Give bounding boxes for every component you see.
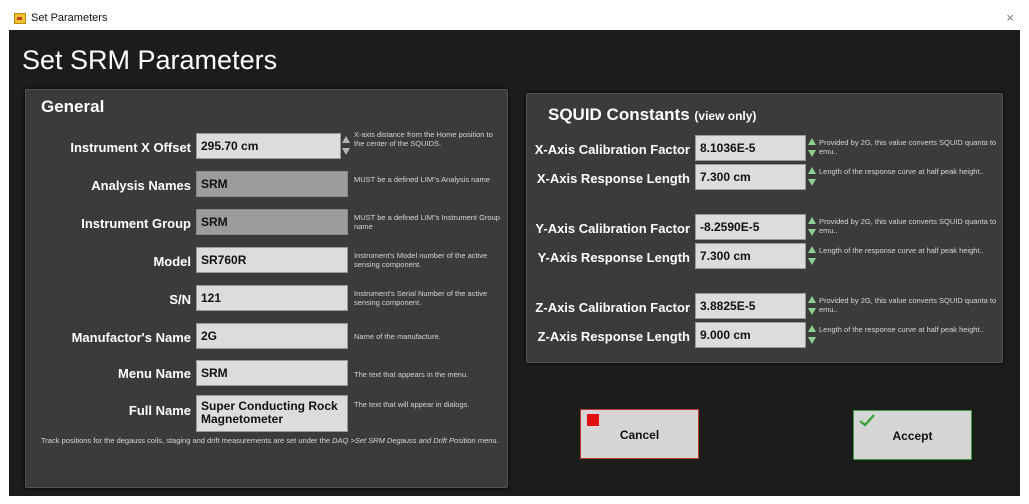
spin-up-icon[interactable] [342, 136, 350, 143]
note-suffix: menu. [475, 436, 499, 445]
note-menu-path: DAQ >Set SRM Degauss and Drift Position [332, 436, 476, 445]
x-calibration-factor-label: X-Axis Calibration Factor [534, 142, 690, 157]
spin-up-icon [808, 167, 816, 174]
note-prefix: Track positions for the degauss coils, s… [41, 436, 333, 445]
analysis-names-description: MUST be a defined LIM"s Analysis name [354, 175, 490, 184]
close-icon[interactable]: × [1006, 10, 1014, 25]
menu-name-label: Menu Name [118, 366, 191, 381]
x-response-length-value: 7.300 cm [695, 164, 806, 190]
page-title: Set SRM Parameters [22, 45, 278, 75]
z-response-length-description: Length of the response curve at half pea… [819, 325, 984, 334]
squid-constants-panel: SQUID Constants (view only) X-Axis Calib… [526, 93, 1003, 363]
instrument-x-offset-spinner[interactable] [342, 135, 350, 157]
spin-up-icon [808, 325, 816, 332]
spin-down-icon [808, 337, 816, 344]
spin-down-icon [808, 179, 816, 186]
y-calibration-factor-description: Provided by 2G, this value converts SQUI… [819, 217, 997, 235]
check-icon [859, 414, 875, 427]
x-calibration-factor-spinner [808, 137, 816, 159]
x-response-length-label: X-Axis Response Length [536, 171, 690, 186]
x-calibration-factor-description: Provided by 2G, this value converts SQUI… [819, 138, 997, 156]
instrument-group-input: SRM [196, 209, 348, 235]
x-response-length-description: Length of the response curve at half pea… [819, 167, 984, 176]
spin-up-icon [808, 217, 816, 224]
general-panel-title: General [41, 97, 105, 116]
stop-icon [587, 414, 599, 426]
z-calibration-factor-value: 3.8825E-5 [695, 293, 806, 319]
x-calibration-factor-value: 8.1036E-5 [695, 135, 806, 161]
manufacturer-name-input[interactable]: 2G [196, 323, 348, 349]
model-description: Instrument's Model number of the active … [354, 251, 488, 269]
z-response-length-label: Z-Axis Response Length [537, 329, 690, 344]
view-only-label: (view only) [694, 109, 757, 123]
instrument-group-label: Instrument Group [81, 216, 191, 231]
accept-button-label: Accept [892, 429, 933, 443]
spin-down-icon [808, 229, 816, 236]
z-calibration-factor-label: Z-Axis Calibration Factor [535, 300, 690, 315]
y-response-length-label: Y-Axis Response Length [537, 250, 690, 265]
cancel-button[interactable]: Cancel [580, 409, 699, 459]
spin-up-icon [808, 296, 816, 303]
serial-number-label: S/N [169, 292, 191, 307]
general-panel: General Instrument X Offset 295.70 cm X-… [25, 89, 508, 488]
analysis-names-input: SRM [196, 171, 348, 197]
spin-down-icon[interactable] [342, 148, 350, 155]
app-icon [14, 13, 26, 24]
window-title: Set Parameters [31, 12, 108, 24]
spin-up-icon [808, 246, 816, 253]
degauss-positions-note: Track positions for the degauss coils, s… [41, 436, 499, 446]
analysis-names-label: Analysis Names [91, 178, 191, 193]
instrument-group-description: MUST be a defined LIM"s Instrument Group… [354, 213, 500, 231]
y-calibration-factor-label: Y-Axis Calibration Factor [535, 221, 690, 236]
squid-panel-title: SQUID Constants (view only) [548, 105, 756, 125]
x-response-length-spinner [808, 166, 816, 188]
full-name-input[interactable]: Super Conducting Rock Magnetometer [196, 395, 348, 432]
y-calibration-factor-spinner [808, 216, 816, 238]
z-calibration-factor-spinner [808, 295, 816, 317]
manufacturer-name-description: Name of the manufacture. [354, 332, 441, 341]
spin-down-icon [808, 150, 816, 157]
full-name-description: The text that will appear in dialogs. [354, 400, 470, 409]
set-parameters-window: Set Parameters × Set SRM Parameters Gene… [9, 8, 1020, 496]
y-calibration-factor-value: -8.2590E-5 [695, 214, 806, 240]
cancel-button-label: Cancel [619, 428, 660, 442]
model-label: Model [153, 254, 191, 269]
menu-name-input[interactable]: SRM [196, 360, 348, 386]
squid-title-text: SQUID Constants [548, 105, 690, 124]
z-response-length-value: 9.000 cm [695, 322, 806, 348]
z-calibration-factor-description: Provided by 2G, this value converts SQUI… [819, 296, 997, 314]
accept-button[interactable]: Accept [853, 410, 972, 460]
instrument-x-offset-description: X-axis distance from the Home position t… [354, 130, 493, 148]
instrument-x-offset-input[interactable]: 295.70 cm [196, 133, 341, 159]
spin-down-icon [808, 308, 816, 315]
y-response-length-spinner [808, 245, 816, 267]
menu-name-description: The text that appears in the menu. [354, 370, 469, 379]
spin-down-icon [808, 258, 816, 265]
y-response-length-description: Length of the response curve at half pea… [819, 246, 984, 255]
title-bar: Set Parameters × [9, 8, 1020, 30]
manufacturer-name-label: Manufactor's Name [71, 330, 191, 345]
serial-number-description: Instrument's Serial Number of the active… [354, 289, 488, 307]
instrument-x-offset-label: Instrument X Offset [70, 140, 191, 155]
y-response-length-value: 7.300 cm [695, 243, 806, 269]
spin-up-icon [808, 138, 816, 145]
full-name-label: Full Name [128, 403, 191, 418]
z-response-length-spinner [808, 324, 816, 346]
serial-number-input[interactable]: 121 [196, 285, 348, 311]
model-input[interactable]: SR760R [196, 247, 348, 273]
